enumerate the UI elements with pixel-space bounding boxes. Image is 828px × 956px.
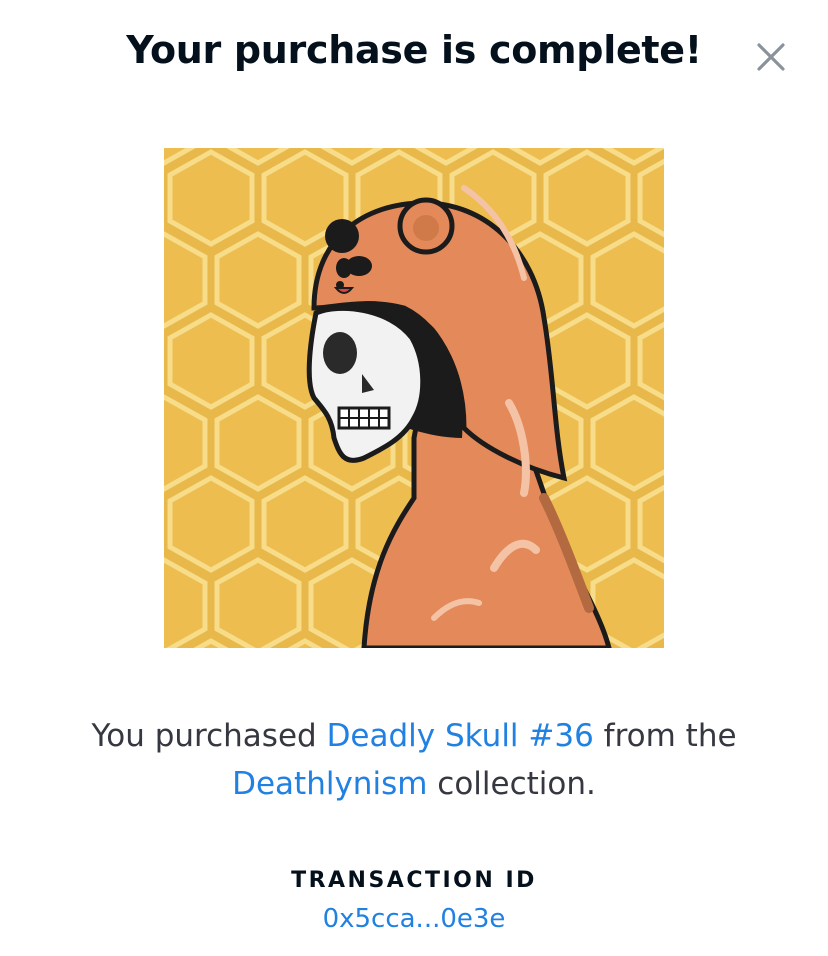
modal-title: Your purchase is complete! bbox=[126, 28, 702, 72]
nft-artwork bbox=[164, 148, 664, 648]
purchase-middle: from the bbox=[593, 718, 737, 754]
transaction-id-link[interactable]: 0x5cca...0e3e bbox=[0, 904, 828, 934]
item-link[interactable]: Deadly Skull #36 bbox=[327, 718, 594, 754]
collection-link[interactable]: Deathlynism bbox=[232, 766, 427, 802]
purchase-prefix: You purchased bbox=[91, 718, 327, 754]
purchase-suffix: collection. bbox=[427, 766, 596, 802]
purchase-message: You purchased Deadly Skull #36 from the D… bbox=[60, 712, 768, 808]
close-icon bbox=[757, 43, 785, 71]
transaction-id-label: TRANSACTION ID bbox=[291, 868, 537, 893]
close-button[interactable] bbox=[752, 38, 790, 76]
